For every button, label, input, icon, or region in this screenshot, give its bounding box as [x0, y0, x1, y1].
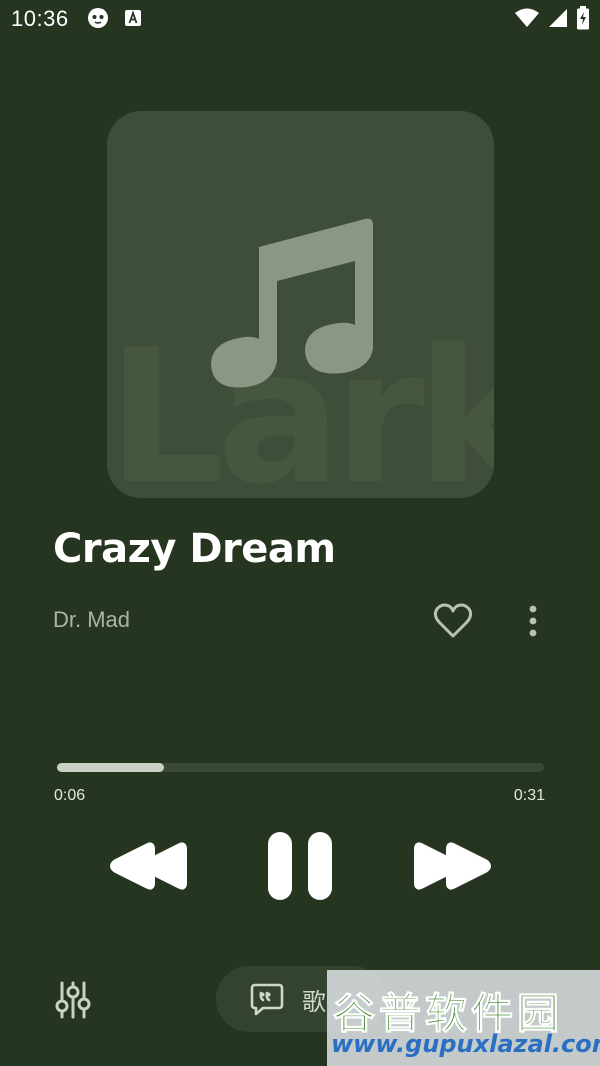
status-time: 10:36 [11, 6, 69, 31]
equalizer-icon [55, 981, 91, 1019]
wifi-icon [514, 7, 540, 33]
more-options-button[interactable] [518, 601, 548, 641]
pause-button[interactable] [262, 828, 338, 904]
rewind-button[interactable] [108, 836, 188, 896]
like-button[interactable] [430, 599, 476, 643]
total-time: 0:31 [513, 787, 545, 804]
status-notification-icons [86, 8, 142, 32]
album-art: Lark Lark [107, 111, 494, 498]
heart-icon [433, 603, 473, 638]
rewind-icon [110, 842, 187, 890]
status-system-icons [514, 6, 590, 34]
lark-watermark-logo: Lark Lark [107, 309, 494, 498]
more-vertical-icon [529, 605, 537, 637]
a-box-notification-icon [124, 9, 142, 31]
lyrics-quote-icon [250, 982, 284, 1016]
track-title: Crazy Dream [53, 526, 336, 572]
fast-forward-button[interactable] [413, 836, 493, 896]
watermark-site-url: www.gupuxlazal.com [331, 1030, 600, 1058]
cell-signal-icon [548, 8, 568, 32]
mascot-notification-icon [86, 6, 110, 34]
fast-forward-icon [414, 842, 491, 890]
status-bar: 10:36 [0, 0, 600, 40]
progress-bar[interactable] [57, 763, 544, 772]
equalizer-button[interactable] [52, 978, 94, 1022]
pause-icon [268, 832, 332, 900]
progress-fill [57, 763, 165, 772]
elapsed-time: 0:06 [54, 787, 86, 804]
player-screen: 10:36 Lark Crazy Dream Dr. Mad 0:06 0:31… [0, 0, 600, 1066]
lyrics-label: 歌 [302, 987, 326, 1016]
track-artist[interactable]: Dr. Mad [53, 607, 130, 633]
site-watermark: 谷普软件园 www.gupuxlazal.com [327, 970, 600, 1066]
svg-text:Lark: Lark [107, 309, 494, 498]
battery-icon [576, 6, 590, 34]
